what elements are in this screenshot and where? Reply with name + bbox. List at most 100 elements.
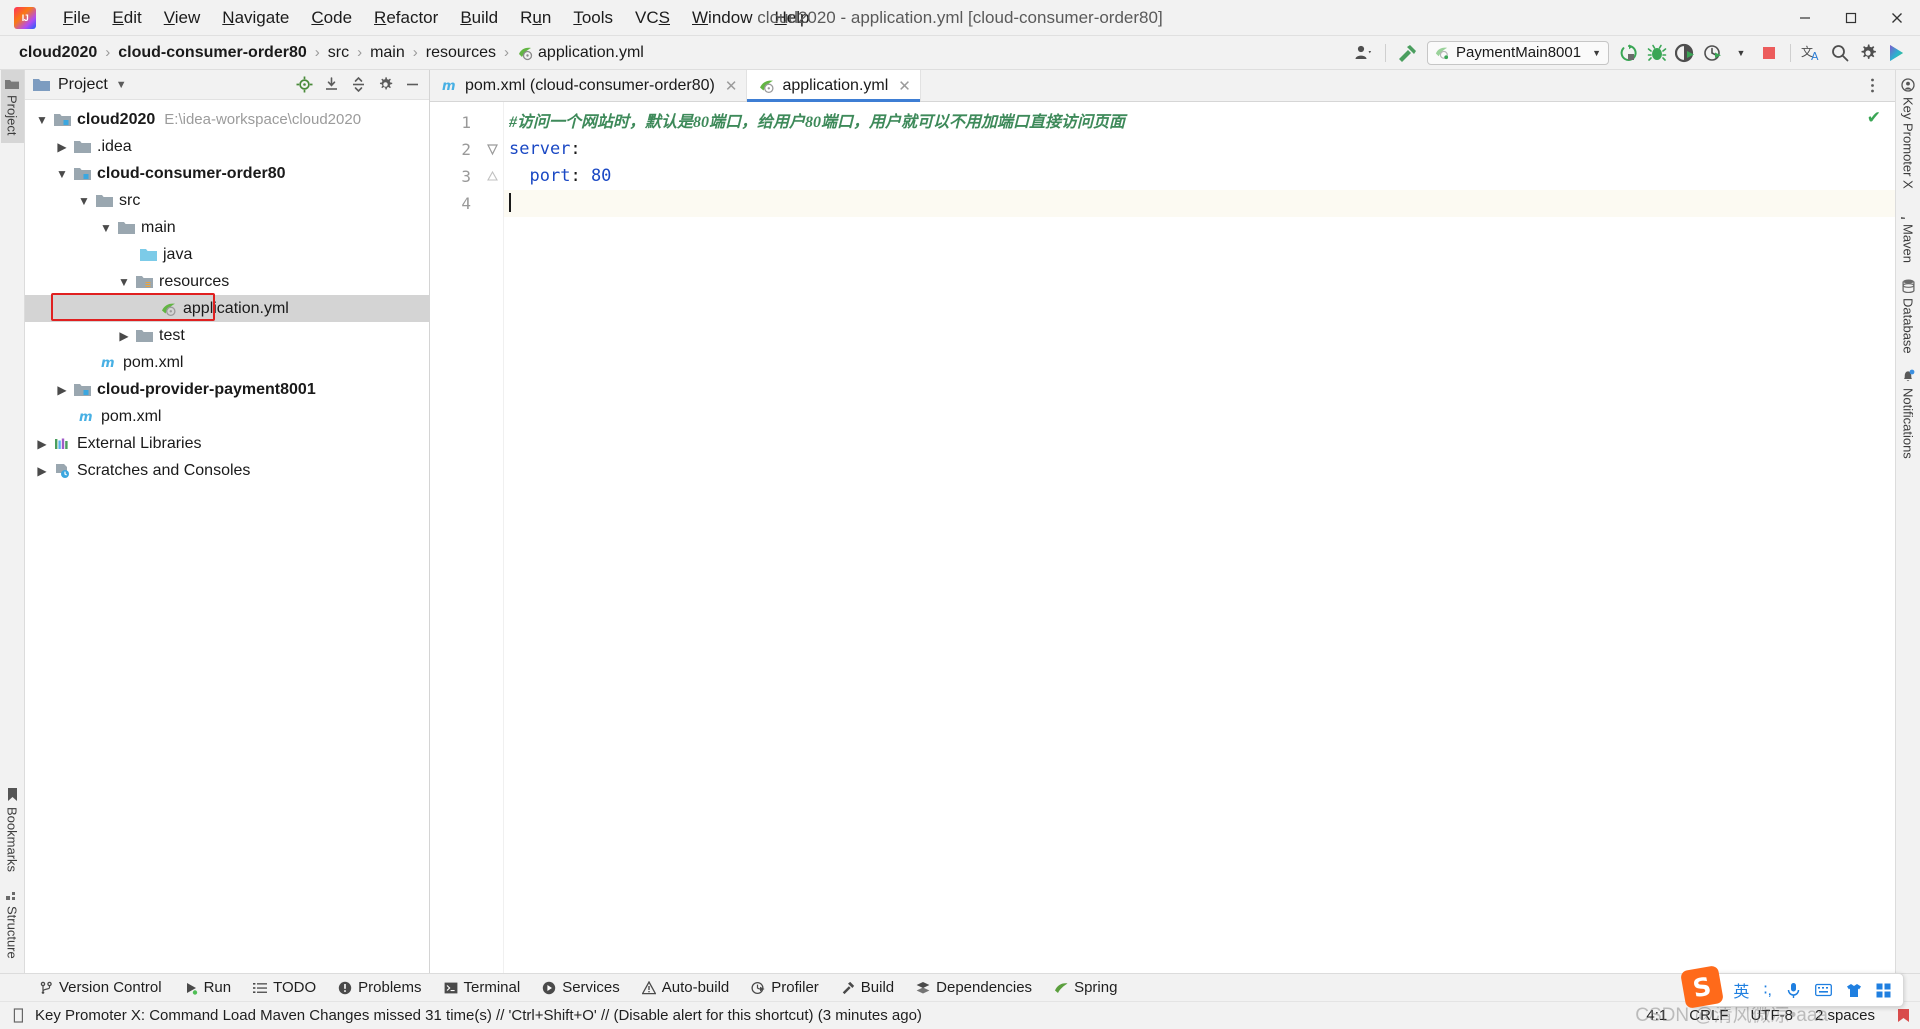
menu-tools[interactable]: Tools xyxy=(562,4,624,32)
sidebar-item-notifications[interactable]: Notifications xyxy=(1897,361,1920,467)
tree-node-cloud-consumer-order80[interactable]: ▼ cloud-consumer-order80 xyxy=(25,160,429,187)
hide-panel-icon[interactable] xyxy=(400,73,425,97)
menu-navigate[interactable]: Navigate xyxy=(211,4,300,32)
tool-window-build[interactable]: Build xyxy=(830,976,905,999)
tool-window-run[interactable]: Run xyxy=(173,976,243,999)
fold-marker-server[interactable] xyxy=(482,136,503,163)
tool-window-terminal[interactable]: Terminal xyxy=(433,976,532,999)
vcs-status-icon[interactable] xyxy=(1897,1008,1910,1023)
breadcrumb-item-4[interactable]: resources xyxy=(421,42,501,64)
chevron-down-icon[interactable]: ▼ xyxy=(116,79,127,91)
sidebar-item-key-promoter-x[interactable]: Key Promoter X xyxy=(1897,70,1920,197)
tree-node-java[interactable]: java xyxy=(25,241,429,268)
tool-window-version-control[interactable]: Version Control xyxy=(28,976,173,999)
run-configuration-selector[interactable]: PaymentMain8001 ▼ xyxy=(1427,40,1609,65)
chevron-down-icon[interactable]: ▼ xyxy=(97,221,115,235)
chevron-down-icon[interactable]: ▼ xyxy=(33,113,51,127)
close-icon[interactable]: ✕ xyxy=(898,77,911,95)
chevron-down-icon[interactable]: ▼ xyxy=(75,194,93,208)
tree-node-idea[interactable]: ▶ .idea xyxy=(25,133,429,160)
ime-voice-input-icon[interactable] xyxy=(1786,982,1801,999)
close-icon[interactable]: ✕ xyxy=(725,77,738,95)
stop-icon[interactable] xyxy=(1755,40,1783,66)
chevron-right-icon[interactable]: ▶ xyxy=(33,437,51,451)
menu-refactor[interactable]: Refactor xyxy=(363,4,449,32)
locate-target-icon[interactable] xyxy=(292,73,317,97)
tool-window-problems[interactable]: Problems xyxy=(327,976,432,999)
breadcrumb-item-2[interactable]: src xyxy=(323,42,354,64)
menu-vcs[interactable]: VCS xyxy=(624,4,681,32)
chevron-down-icon[interactable]: ▼ xyxy=(115,275,133,289)
tree-node-pom-root[interactable]: m pom.xml xyxy=(25,403,429,430)
code-folding-gutter[interactable] xyxy=(482,102,504,973)
hammer-build-icon[interactable] xyxy=(1393,40,1421,66)
tree-node-cloud-provider-payment8001[interactable]: ▶ cloud-provider-payment8001 xyxy=(25,376,429,403)
minimize-button[interactable] xyxy=(1782,0,1828,36)
fold-marker-port[interactable] xyxy=(482,163,503,190)
tree-node-scratches-and-consoles[interactable]: ▶ Scratches and Consoles xyxy=(25,457,429,484)
more-options-icon[interactable] xyxy=(1860,74,1885,98)
ime-punctuation-toggle[interactable]: ∶, xyxy=(1763,980,1772,1000)
tree-node-application-yml[interactable]: application.yml xyxy=(25,293,429,322)
chevron-down-icon[interactable]: ▼ xyxy=(53,167,71,181)
tree-node-resources[interactable]: ▼ resources xyxy=(25,268,429,295)
ime-keyboard-icon[interactable] xyxy=(1815,983,1832,997)
collapse-to-icon[interactable] xyxy=(319,73,344,97)
ime-apps-icon[interactable] xyxy=(1876,983,1891,998)
chevron-right-icon[interactable]: ▶ xyxy=(33,464,51,478)
chevron-right-icon[interactable]: ▶ xyxy=(115,329,133,343)
menu-run[interactable]: Run xyxy=(509,4,562,32)
tool-window-dependencies[interactable]: Dependencies xyxy=(905,976,1043,999)
sidebar-item-maven[interactable]: m Maven xyxy=(1897,197,1920,271)
code-text[interactable]: #访问一个网站时，默认是80端口，给用户80端口，用户就可以不用加端口直接访问页… xyxy=(504,102,1895,973)
tree-node-test[interactable]: ▶ test xyxy=(25,322,429,349)
tree-node-main[interactable]: ▼ main xyxy=(25,214,429,241)
profiler-icon[interactable] xyxy=(1699,40,1727,66)
menu-build[interactable]: Build xyxy=(449,4,509,32)
breadcrumb-item-0[interactable]: cloud2020 xyxy=(14,42,102,64)
tool-window-todo[interactable]: TODO xyxy=(242,976,327,999)
tool-window-profiler[interactable]: Profiler xyxy=(740,976,830,999)
debug-icon[interactable] xyxy=(1643,40,1671,66)
close-button[interactable] xyxy=(1874,0,1920,36)
ime-skin-icon[interactable] xyxy=(1846,983,1862,998)
sidebar-item-bookmarks[interactable]: Bookmarks xyxy=(1,780,24,880)
sidebar-item-database[interactable]: Database xyxy=(1897,271,1920,362)
menu-window[interactable]: Window xyxy=(681,4,763,32)
menu-edit[interactable]: Edit xyxy=(101,4,152,32)
expand-collapse-icon[interactable] xyxy=(346,73,371,97)
search-icon[interactable] xyxy=(1826,40,1854,66)
inspection-status-icon[interactable]: ✔ xyxy=(1867,108,1881,128)
sidebar-item-structure[interactable]: Structure xyxy=(1,880,24,967)
chevron-right-icon[interactable]: ▶ xyxy=(53,383,71,397)
breadcrumb-item-3[interactable]: main xyxy=(365,42,410,64)
status-message[interactable]: Key Promoter X: Command Load Maven Chang… xyxy=(35,1007,922,1024)
chevron-right-icon[interactable]: ▶ xyxy=(53,140,71,154)
updates-icon[interactable] xyxy=(1882,40,1910,66)
ime-toolbar[interactable]: S 英 ∶, xyxy=(1680,964,1904,1010)
chevron-down-icon[interactable]: ▼ xyxy=(1592,48,1601,58)
tree-node-cloud2020[interactable]: ▼ cloud2020 E:\idea-workspace\cloud2020 xyxy=(25,106,429,133)
tree-node-pom-order80[interactable]: m pom.xml xyxy=(25,349,429,376)
maximize-button[interactable] xyxy=(1828,0,1874,36)
tool-window-services[interactable]: Services xyxy=(531,976,631,999)
user-icon[interactable] xyxy=(1350,40,1378,66)
run-coverage-icon[interactable] xyxy=(1671,40,1699,66)
tree-node-external-libraries[interactable]: ▶ External Libraries xyxy=(25,430,429,457)
settings-gear-icon[interactable] xyxy=(373,73,398,97)
tool-window-auto-build[interactable]: Auto-build xyxy=(631,976,741,999)
run-icon[interactable] xyxy=(1615,40,1643,66)
code-editor[interactable]: 1 2 3 4 #访问一个网站时，默认是80端口，给用户80端口，用户就可以不用… xyxy=(430,102,1895,973)
menu-code[interactable]: Code xyxy=(300,4,363,32)
settings-gear-icon[interactable] xyxy=(1854,40,1882,66)
editor-tab-application-yml[interactable]: application.yml ✕ xyxy=(747,70,921,102)
editor-tab-pom-xml[interactable]: m pom.xml (cloud-consumer-order80) ✕ xyxy=(430,70,748,101)
breadcrumb-item-5[interactable]: application.yml xyxy=(512,42,649,64)
tree-node-src[interactable]: ▼ src xyxy=(25,187,429,214)
tool-window-spring[interactable]: Spring xyxy=(1043,976,1128,999)
menu-help[interactable]: Help xyxy=(763,4,820,32)
sidebar-item-project[interactable]: Project xyxy=(0,70,24,144)
chevron-down-icon[interactable]: ▼ xyxy=(1727,40,1755,66)
read-only-lock-icon[interactable] xyxy=(12,1008,25,1023)
breadcrumb-item-1[interactable]: cloud-consumer-order80 xyxy=(113,42,311,64)
